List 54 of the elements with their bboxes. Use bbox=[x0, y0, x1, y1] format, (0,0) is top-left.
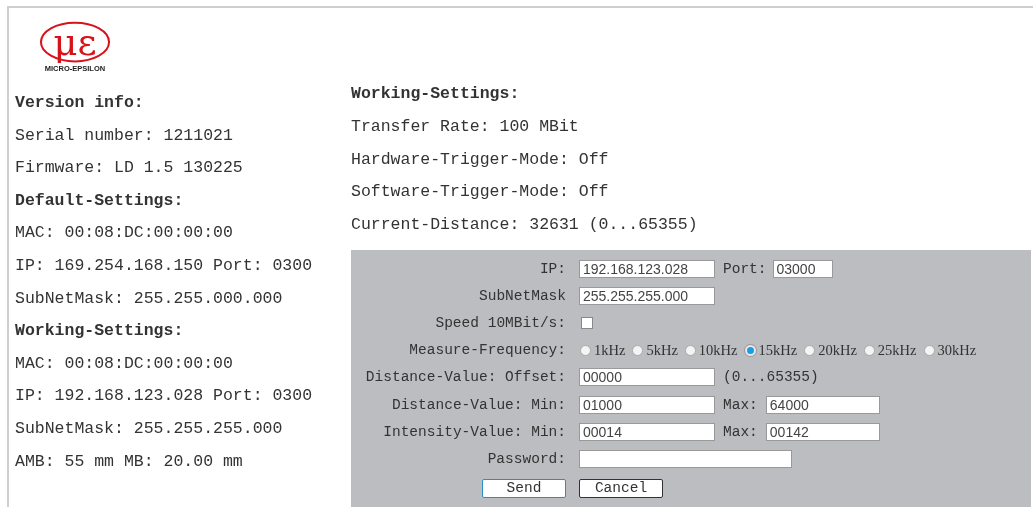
field-label: Speed 10MBit/s: bbox=[434, 314, 566, 331]
info-text: Transfer Rate: 100 MBit bbox=[351, 115, 580, 138]
info-text: MAC: 00:08:DC:00:00:00 bbox=[15, 352, 234, 375]
radio-label: 15kHz bbox=[758, 341, 798, 359]
info-text: Firmware: LD 1.5 130225 bbox=[15, 157, 244, 180]
input-field[interactable] bbox=[579, 449, 792, 468]
radio-label: 20kHz bbox=[818, 341, 857, 359]
radio-label: 10kHz bbox=[698, 341, 738, 359]
input-field[interactable]: 00142 bbox=[765, 422, 880, 441]
section-heading: Default-Settings: bbox=[15, 189, 185, 212]
radio-button[interactable] bbox=[580, 344, 591, 356]
field-label: Measure-Frequency: bbox=[408, 342, 566, 359]
radio-label: 30kHz bbox=[937, 341, 977, 359]
info-text: MAC: 00:08:DC:00:00:00 bbox=[15, 222, 234, 245]
info-text: SubNetMask: 255.255.255.000 bbox=[15, 417, 284, 440]
field-label: Distance-Value: Offset: bbox=[364, 369, 566, 386]
radio-button[interactable] bbox=[684, 344, 696, 356]
input-field[interactable]: 00014 bbox=[579, 422, 715, 441]
form-button[interactable]: Cancel bbox=[579, 478, 663, 498]
section-heading: Working-Settings: bbox=[351, 83, 521, 105]
radio-label: 25kHz bbox=[877, 341, 917, 359]
info-text: Serial number: 1211021 bbox=[15, 124, 234, 147]
info-text: SubNetMask: 255.255.000.000 bbox=[15, 287, 284, 310]
checkbox[interactable] bbox=[581, 316, 593, 329]
radio-button[interactable] bbox=[923, 344, 935, 356]
input-field[interactable]: 192.168.123.028 bbox=[579, 259, 715, 278]
field-label: Intensity-Value: Min: bbox=[382, 423, 566, 440]
input-field[interactable]: 03000 bbox=[772, 259, 833, 278]
radio-button[interactable] bbox=[863, 344, 875, 356]
field-label: Max: bbox=[723, 423, 758, 440]
info-text: Current-Distance: 32631 (0...65355) bbox=[351, 214, 699, 237]
input-field[interactable]: 00000 bbox=[579, 368, 715, 387]
info-text: Software-Trigger-Mode: Off bbox=[351, 181, 610, 204]
info-text: IP: 192.168.123.028 Port: 0300 bbox=[15, 385, 314, 408]
input-field[interactable]: 01000 bbox=[579, 395, 715, 414]
form-button[interactable]: Send bbox=[482, 478, 566, 498]
input-field[interactable]: 255.255.255.000 bbox=[579, 286, 715, 305]
section-heading: Working-Settings: bbox=[15, 320, 185, 343]
field-label: Max: bbox=[723, 396, 758, 413]
field-label: Password: bbox=[486, 450, 566, 467]
field-label: SubNetMask bbox=[478, 287, 566, 304]
field-label: Distance-Value: Min: bbox=[390, 396, 566, 413]
info-text: Hardware-Trigger-Mode: Off bbox=[351, 148, 610, 171]
radio-label: 5kHz bbox=[646, 341, 678, 359]
info-text: AMB: 55 mm MB: 20.00 mm bbox=[15, 450, 244, 473]
field-label: Port: bbox=[723, 260, 767, 277]
info-text: IP: 169.254.168.150 Port: 0300 bbox=[15, 254, 314, 277]
input-field[interactable]: 64000 bbox=[765, 395, 880, 414]
radio-button[interactable] bbox=[804, 344, 816, 356]
section-heading: Version info: bbox=[15, 92, 145, 114]
field-label: (0...65355) bbox=[723, 369, 819, 386]
radio-button[interactable] bbox=[632, 344, 644, 356]
radio-label: 1kHz bbox=[594, 341, 626, 359]
field-label: IP: bbox=[538, 260, 566, 277]
